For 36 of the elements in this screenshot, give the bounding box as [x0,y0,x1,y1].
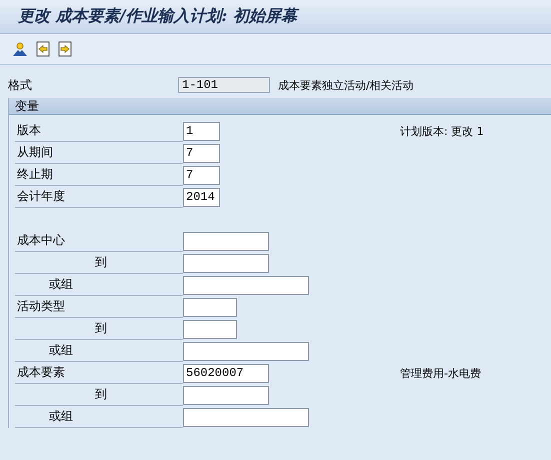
input-field[interactable]: 1 [183,122,220,140]
arrow-left-icon[interactable] [36,41,50,57]
input-field[interactable]: 56020007 [183,364,269,382]
field-label: 版本 [17,122,41,139]
person-icon[interactable] [12,41,28,57]
input-field[interactable] [183,298,237,316]
input-field[interactable] [183,342,309,360]
input-field[interactable] [183,276,309,294]
field-label: 或组 [49,342,73,359]
field-label: 到 [95,320,107,337]
field-description: 管理费用-水电费 [400,366,481,380]
input-field[interactable] [183,408,309,426]
field-description: 计划版本: 更改 1 [400,124,484,138]
field-label: 到 [95,386,107,403]
field-label: 格式 [8,76,33,94]
field-label: 终止期 [17,166,53,183]
section-title: 变量 [15,98,39,114]
window-title: 更改 成本要素/作业输入计划: 初始屏幕 [18,6,297,27]
input-field[interactable]: 1-101 [178,77,270,93]
input-field[interactable] [183,254,269,272]
arrow-right-icon[interactable] [58,41,72,57]
field-label: 活动类型 [17,298,65,315]
field-label: 从期间 [17,144,53,161]
field-label: 或组 [49,276,73,293]
field-label: 到 [95,254,107,271]
field-label: 成本中心 [17,232,65,249]
input-field[interactable]: 2014 [183,188,220,206]
input-field[interactable]: 7 [183,166,220,184]
input-field[interactable] [183,232,269,250]
field-label: 或组 [49,408,73,425]
input-field[interactable] [183,320,237,338]
layout-description: 成本要素独立活动/相关活动 [278,78,414,92]
input-field[interactable] [183,386,269,404]
field-label: 会计年度 [17,188,65,205]
input-field[interactable]: 7 [183,144,220,162]
field-label: 成本要素 [17,364,65,381]
